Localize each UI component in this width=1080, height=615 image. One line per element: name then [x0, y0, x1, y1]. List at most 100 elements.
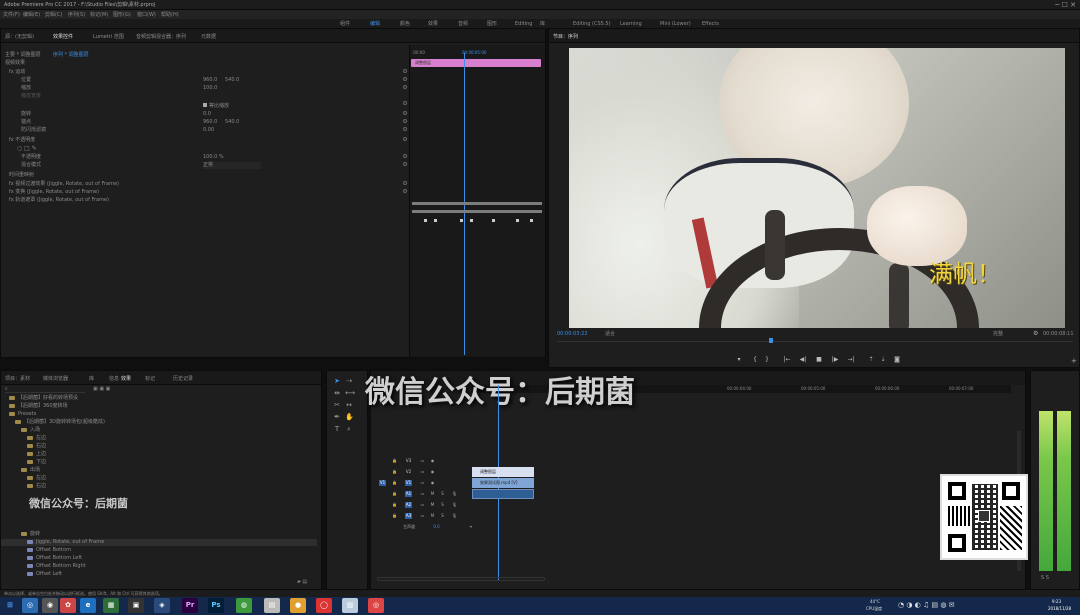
effect-track-matte[interactable]: fx 轨道遮罩 (Jiggle, Rotate, out of Frame): [9, 197, 109, 204]
clip-adjustment-layer[interactable]: 调整图层: [472, 467, 534, 477]
tree-item[interactable]: 上边: [27, 451, 46, 457]
tree-item[interactable]: 左边: [27, 435, 46, 441]
tab-media-browser[interactable]: 媒体浏览器: [43, 376, 68, 382]
eye-icon[interactable]: ◉: [429, 458, 436, 464]
workspace-tab[interactable]: Editing: [515, 21, 532, 27]
tree-item[interactable]: Offset Bottom: [27, 547, 71, 553]
tab-effect-controls[interactable]: 效果控件: [53, 34, 73, 40]
uniform-scale-checkbox[interactable]: 等比缩放: [203, 103, 229, 110]
ripple-edit-tool-icon[interactable]: ⇹: [333, 389, 341, 397]
photoshop-icon[interactable]: Ps: [208, 598, 224, 613]
taskbar-app-icon[interactable]: ◉: [42, 598, 58, 613]
menu-graphics[interactable]: 图形(G): [113, 12, 131, 18]
window-controls[interactable]: ─ ☐ ✕: [1055, 1, 1076, 9]
lock-icon[interactable]: 🔒: [391, 469, 398, 475]
zoom-level-dropdown[interactable]: 适合: [605, 331, 615, 337]
anchor-y-value[interactable]: 540.0: [225, 119, 239, 126]
taskbar-app-icon[interactable]: ▤: [264, 598, 280, 613]
lock-icon[interactable]: 🔒: [391, 480, 398, 486]
track-select-tool-icon[interactable]: ⇢: [345, 377, 353, 385]
taskbar-app-icon[interactable]: ▣: [128, 598, 144, 613]
keyframe[interactable]: [434, 219, 437, 222]
source-patch-v1[interactable]: V1: [379, 480, 386, 486]
add-button-icon[interactable]: +: [1071, 357, 1077, 365]
solo-icon[interactable]: S: [439, 502, 446, 508]
menu-edit[interactable]: 编辑(E): [23, 12, 40, 18]
mute-icon[interactable]: M: [429, 513, 436, 519]
clock-time[interactable]: 9:23: [1052, 599, 1061, 605]
reset-icon[interactable]: [403, 69, 407, 73]
keyframe[interactable]: [530, 219, 533, 222]
lock-icon[interactable]: 🔒: [391, 513, 398, 519]
clip-video[interactable]: 效果测试图.mp4 [V]: [472, 478, 534, 488]
tree-item[interactable]: Offset Bottom Right: [27, 563, 86, 569]
menu-window[interactable]: 窗口(W): [137, 12, 156, 18]
workspace-tab[interactable]: 音频: [458, 21, 468, 27]
reset-icon[interactable]: [403, 154, 407, 158]
zoom-tool-icon[interactable]: ⌕: [345, 425, 353, 433]
reset-icon[interactable]: [403, 111, 407, 115]
mark-in-icon[interactable]: {: [751, 356, 759, 363]
reset-icon[interactable]: [403, 101, 407, 105]
solo-icon[interactable]: S: [439, 491, 446, 497]
effect-transition[interactable]: fx 视频过渡效果 (Jiggle, Rotate, out of Frame): [9, 181, 119, 188]
tab-lumetri-scopes[interactable]: Lumetri 范围: [93, 34, 124, 40]
mark-out-icon[interactable]: }: [763, 356, 771, 363]
premiere-icon[interactable]: Pr: [182, 598, 198, 613]
taskbar-app-icon[interactable]: ◈: [154, 598, 170, 613]
workspace-tab[interactable]: Learning: [620, 21, 642, 27]
tree-item[interactable]: 右边: [27, 443, 46, 449]
lock-icon[interactable]: 🔒: [391, 491, 398, 497]
tree-item[interactable]: 【后期菌】360度转场: [9, 403, 68, 409]
clip-breadcrumb[interactable]: 主要 * 调整图层: [5, 52, 41, 58]
sequence-breadcrumb[interactable]: 序列 * 调整图层: [53, 52, 89, 58]
workspace-tab[interactable]: 效果: [428, 21, 438, 27]
effect-motion[interactable]: fx 运动: [9, 69, 25, 76]
ie-icon[interactable]: e: [80, 598, 96, 613]
effects-search-input[interactable]: ⌕: [5, 386, 85, 393]
rolling-edit-tool-icon[interactable]: ⟷: [345, 389, 355, 397]
meter-solo-buttons[interactable]: S S: [1041, 575, 1049, 581]
reset-icon[interactable]: [403, 137, 407, 141]
position-x-value[interactable]: 960.0: [203, 77, 217, 84]
master-volume-value[interactable]: 0.0: [433, 524, 440, 530]
flicker-value[interactable]: 0.00: [203, 127, 214, 134]
workspace-tab[interactable]: 图形: [487, 21, 497, 27]
play-icon[interactable]: ■: [815, 356, 823, 363]
taskbar-app-icon[interactable]: ◎: [368, 598, 384, 613]
effect-opacity[interactable]: fx 不透明度: [9, 137, 35, 144]
taskbar-app-icon[interactable]: ✿: [60, 598, 76, 613]
program-playhead[interactable]: [769, 338, 773, 343]
taskbar-app-icon[interactable]: ▦: [103, 598, 119, 613]
sync-icon[interactable]: ▭: [419, 480, 426, 486]
keyframe[interactable]: [470, 219, 473, 222]
tree-item[interactable]: 【后期菌】好看的转场预设: [9, 395, 78, 401]
tree-item[interactable]: Offset Left: [27, 571, 62, 577]
opacity-value[interactable]: 100.0 %: [203, 154, 224, 161]
reset-icon[interactable]: [403, 162, 407, 166]
keyframe[interactable]: [424, 219, 427, 222]
scale-value[interactable]: 100.0: [203, 85, 217, 92]
tab-info[interactable]: 信息: [109, 376, 119, 382]
menu-help[interactable]: 帮助(H): [161, 12, 179, 18]
eye-icon[interactable]: ◉: [429, 469, 436, 475]
workspace-tab[interactable]: Editing (CS5.5): [573, 21, 611, 27]
sync-icon[interactable]: ▭: [419, 458, 426, 464]
program-scrub-bar[interactable]: [557, 341, 1073, 342]
menu-file[interactable]: 文件(F): [3, 12, 20, 18]
reset-icon[interactable]: [403, 181, 407, 185]
mic-icon[interactable]: 🎙: [451, 513, 458, 519]
go-to-out-icon[interactable]: →|: [847, 356, 855, 363]
keyframe[interactable]: [516, 219, 519, 222]
keyframe[interactable]: [460, 219, 463, 222]
clip-audio[interactable]: [472, 489, 534, 499]
rotation-value[interactable]: 0.0: [203, 111, 211, 118]
taskbar-app-icon[interactable]: ◯: [316, 598, 332, 613]
menu-sequence[interactable]: 序列(S): [68, 12, 85, 18]
wrench-icon[interactable]: ⚙: [1033, 330, 1038, 337]
workspace-tab[interactable]: 颜色: [400, 21, 410, 27]
chrome-icon[interactable]: ●: [290, 598, 306, 613]
solo-icon[interactable]: S: [439, 513, 446, 519]
tab-effects[interactable]: 效果: [121, 376, 131, 382]
clock-date[interactable]: 2018/11/28: [1048, 606, 1071, 612]
